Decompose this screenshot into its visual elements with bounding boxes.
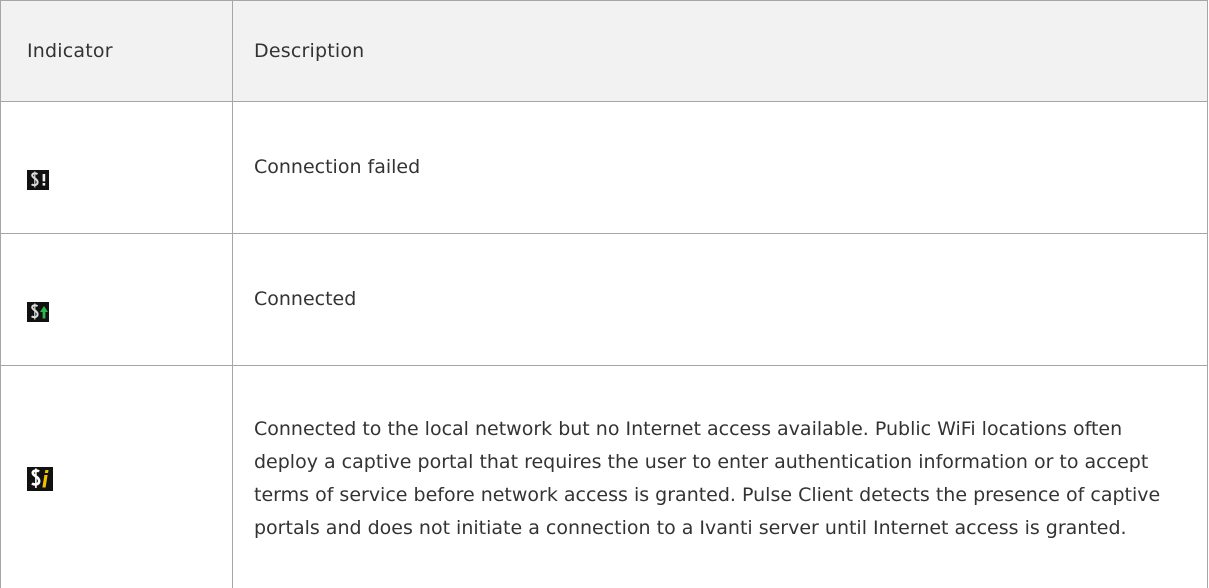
table-row: Connection failed — [1, 102, 1208, 234]
description-cell: Connected — [233, 234, 1208, 366]
indicator-cell — [1, 366, 233, 588]
indicator-cell — [1, 102, 233, 234]
header-indicator: Indicator — [1, 1, 233, 102]
header-description: Description — [233, 1, 1208, 102]
description-cell: Connected to the local network but no In… — [233, 366, 1208, 588]
table-row: Connected to the local network but no In… — [1, 366, 1208, 588]
captive-portal-icon — [27, 467, 53, 491]
indicator-cell — [1, 234, 233, 366]
connected-icon — [27, 302, 49, 322]
indicator-table: Indicator Description Connection failed — [0, 0, 1208, 588]
table-row: Connected — [1, 234, 1208, 366]
description-cell: Connection failed — [233, 102, 1208, 234]
connection-failed-icon — [27, 170, 49, 190]
table-header-row: Indicator Description — [1, 1, 1208, 102]
